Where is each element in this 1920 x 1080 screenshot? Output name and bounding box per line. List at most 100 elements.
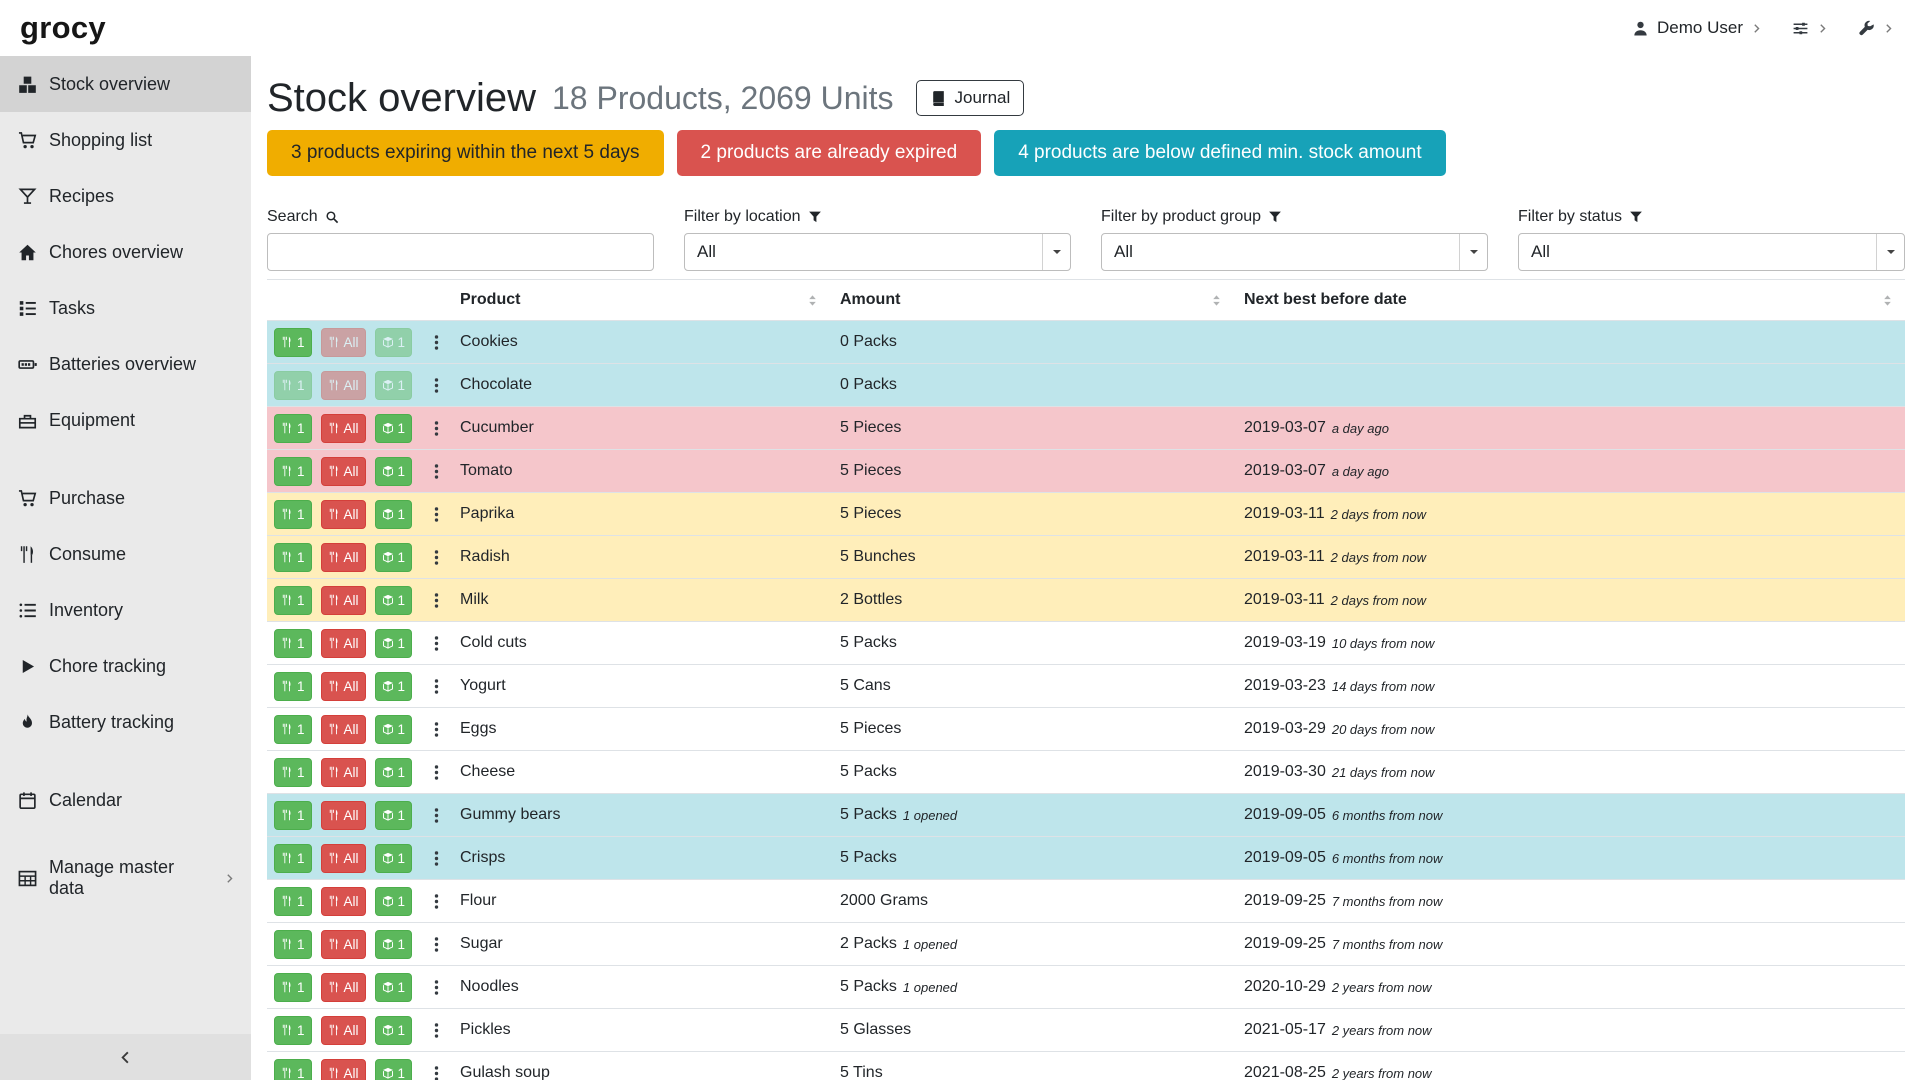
row-menu-button[interactable] [428,1065,445,1080]
sidebar-collapse-button[interactable] [0,1034,251,1080]
open-one-button[interactable]: 1 [375,457,413,486]
sidebar-item-battery-tracking[interactable]: Battery tracking [0,694,251,750]
sidebar-item-purchase[interactable]: Purchase [0,470,251,526]
row-menu-button[interactable] [428,764,445,781]
open-one-button[interactable]: 1 [375,328,413,357]
consume-all-button[interactable]: All [321,543,366,572]
table-row[interactable]: 1 All 1 Noodles 5 Packs 1 opened 2020-10… [267,966,1905,1009]
consume-all-button[interactable]: All [321,801,366,830]
open-one-button[interactable]: 1 [375,1059,413,1080]
row-menu-button[interactable] [428,721,445,738]
sidebar-item-recipes[interactable]: Recipes [0,168,251,224]
open-one-button[interactable]: 1 [375,586,413,615]
consume-one-button[interactable]: 1 [274,586,312,615]
consume-all-button[interactable]: All [321,586,366,615]
sidebar-item-consume[interactable]: Consume [0,526,251,582]
sidebar-item-batteries-overview[interactable]: Batteries overview [0,336,251,392]
row-menu-button[interactable] [428,420,445,437]
consume-one-button[interactable]: 1 [274,328,312,357]
open-one-button[interactable]: 1 [375,758,413,787]
row-menu-button[interactable] [428,807,445,824]
open-one-button[interactable]: 1 [375,887,413,916]
table-row[interactable]: 1 All 1 Cheese 5 Packs 2019-03-30 21 day… [267,751,1905,794]
product-group-filter-select[interactable]: All [1101,233,1488,271]
open-one-button[interactable]: 1 [375,672,413,701]
open-one-button[interactable]: 1 [375,1016,413,1045]
consume-one-button[interactable]: 1 [274,887,312,916]
open-one-button[interactable]: 1 [375,801,413,830]
table-row[interactable]: 1 All 1 Flour 2000 Grams 2019-09-25 7 mo… [267,880,1905,923]
consume-all-button[interactable]: All [321,672,366,701]
table-row[interactable]: 1 All 1 Crisps 5 Packs 2019-09-05 6 mont… [267,837,1905,880]
open-one-button[interactable]: 1 [375,629,413,658]
settings-menu[interactable] [1792,20,1828,37]
table-row[interactable]: 1 All 1 Pickles 5 Glasses 2021-05-17 2 y… [267,1009,1905,1052]
open-one-button[interactable]: 1 [375,715,413,744]
row-menu-button[interactable] [428,979,445,996]
table-row[interactable]: 1 All 1 Paprika 5 Pieces 2019-03-11 2 da… [267,493,1905,536]
consume-one-button[interactable]: 1 [274,371,312,400]
row-menu-button[interactable] [428,1022,445,1039]
row-menu-button[interactable] [428,678,445,695]
table-row[interactable]: 1 All 1 Cookies 0 Packs [267,321,1905,364]
banner-expiring[interactable]: 3 products expiring within the next 5 da… [267,130,664,176]
consume-all-button[interactable]: All [321,1059,366,1080]
consume-all-button[interactable]: All [321,328,366,357]
row-menu-button[interactable] [428,506,445,523]
table-row[interactable]: 1 All 1 Chocolate 0 Packs [267,364,1905,407]
sidebar-item-stock-overview[interactable]: Stock overview [0,56,251,112]
table-row[interactable]: 1 All 1 Gulash soup 5 Tins 2021-08-25 2 … [267,1052,1905,1080]
row-menu-button[interactable] [428,334,445,351]
app-logo[interactable]: grocy [20,10,106,46]
table-row[interactable]: 1 All 1 Cold cuts 5 Packs 2019-03-19 10 … [267,622,1905,665]
table-row[interactable]: 1 All 1 Tomato 5 Pieces 2019-03-07 a day… [267,450,1905,493]
status-filter-select[interactable]: All [1518,233,1905,271]
consume-all-button[interactable]: All [321,500,366,529]
open-one-button[interactable]: 1 [375,844,413,873]
consume-all-button[interactable]: All [321,758,366,787]
row-menu-button[interactable] [428,850,445,867]
consume-all-button[interactable]: All [321,414,366,443]
row-menu-button[interactable] [428,463,445,480]
row-menu-button[interactable] [428,377,445,394]
consume-all-button[interactable]: All [321,371,366,400]
col-next-best-before-date[interactable]: Next best before date [1234,280,1905,320]
table-row[interactable]: 1 All 1 Cucumber 5 Pieces 2019-03-07 a d… [267,407,1905,450]
col-amount[interactable]: Amount [830,280,1234,320]
consume-one-button[interactable]: 1 [274,500,312,529]
sidebar-item-manage-master-data[interactable]: Manage master data [0,850,251,906]
consume-one-button[interactable]: 1 [274,844,312,873]
consume-all-button[interactable]: All [321,715,366,744]
open-one-button[interactable]: 1 [375,543,413,572]
journal-button[interactable]: Journal [916,80,1025,116]
open-one-button[interactable]: 1 [375,414,413,443]
open-one-button[interactable]: 1 [375,930,413,959]
admin-menu[interactable] [1858,20,1894,37]
open-one-button[interactable]: 1 [375,371,413,400]
col-product[interactable]: Product [450,280,830,320]
consume-one-button[interactable]: 1 [274,629,312,658]
sidebar-item-inventory[interactable]: Inventory [0,582,251,638]
row-menu-button[interactable] [428,592,445,609]
sidebar-item-equipment[interactable]: Equipment [0,392,251,448]
consume-one-button[interactable]: 1 [274,758,312,787]
consume-one-button[interactable]: 1 [274,457,312,486]
sidebar-item-chores-overview[interactable]: Chores overview [0,224,251,280]
open-one-button[interactable]: 1 [375,973,413,1002]
sidebar-item-tasks[interactable]: Tasks [0,280,251,336]
consume-all-button[interactable]: All [321,629,366,658]
consume-all-button[interactable]: All [321,457,366,486]
banner-expired[interactable]: 2 products are already expired [677,130,982,176]
table-row[interactable]: 1 All 1 Yogurt 5 Cans 2019-03-23 14 days… [267,665,1905,708]
table-row[interactable]: 1 All 1 Radish 5 Bunches 2019-03-11 2 da… [267,536,1905,579]
consume-one-button[interactable]: 1 [274,801,312,830]
table-row[interactable]: 1 All 1 Sugar 2 Packs 1 opened 2019-09-2… [267,923,1905,966]
consume-all-button[interactable]: All [321,844,366,873]
location-filter-select[interactable]: All [684,233,1071,271]
table-row[interactable]: 1 All 1 Gummy bears 5 Packs 1 opened 201… [267,794,1905,837]
consume-one-button[interactable]: 1 [274,930,312,959]
consume-one-button[interactable]: 1 [274,1059,312,1080]
row-menu-button[interactable] [428,893,445,910]
user-menu[interactable]: Demo User [1632,18,1762,38]
row-menu-button[interactable] [428,635,445,652]
